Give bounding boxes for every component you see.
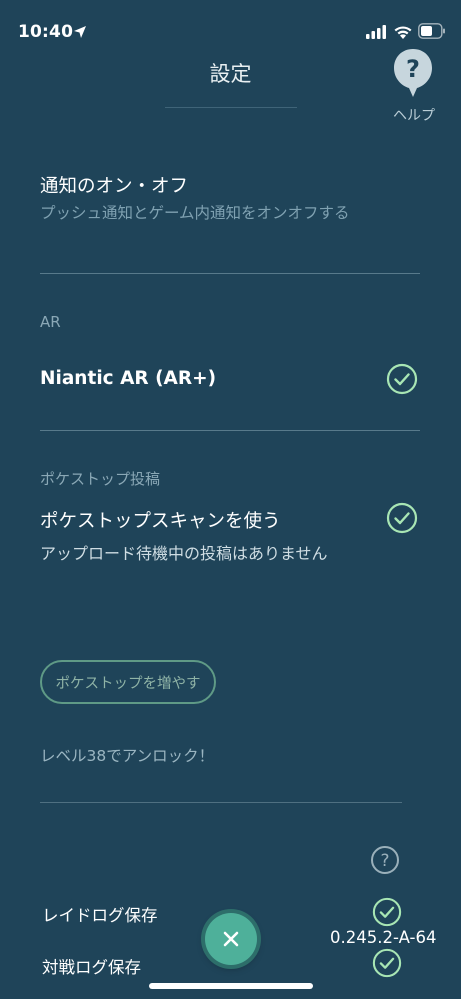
divider <box>40 273 420 274</box>
pending-uploads-status: アップロード待機中の投稿はありません <box>40 544 328 563</box>
app-version: 0.245.2-A-64 <box>330 928 437 947</box>
battle-log-label: 対戦ログ保存 <box>42 958 141 977</box>
close-button[interactable] <box>205 913 257 965</box>
help-icon-glyph: ? <box>406 55 420 83</box>
unlock-note: レベル38でアンロック！ <box>40 747 215 765</box>
add-pokestops-button[interactable]: ポケストップを増やす <box>40 660 216 704</box>
help-icon: ? <box>394 49 432 97</box>
raid-log-label: レイドログ保存 <box>42 906 158 925</box>
notification-title: 通知のオン・オフ <box>40 176 189 197</box>
close-icon <box>223 931 239 947</box>
title-underline <box>165 107 297 108</box>
logs-help-icon-glyph: ? <box>380 851 389 871</box>
pokestop-scan-check-icon[interactable] <box>386 502 418 534</box>
pokestop-scan-label: ポケストップスキャンを使う <box>40 511 281 532</box>
notification-subtitle: プッシュ通知とゲーム内通知をオンオフする <box>40 204 350 222</box>
divider <box>40 430 420 431</box>
cellular-signal-icon <box>366 25 386 39</box>
raid-log-check-icon[interactable] <box>372 897 402 927</box>
battery-icon <box>418 23 445 39</box>
ar-plus-check-icon[interactable] <box>386 363 418 395</box>
home-indicator[interactable] <box>149 983 313 989</box>
ar-plus-label: Niantic AR (AR+) <box>40 368 217 389</box>
status-time: 10:40 <box>18 22 74 42</box>
wifi-icon <box>394 26 412 39</box>
logs-help-icon[interactable]: ? <box>370 845 400 875</box>
help-button[interactable]: ? ヘルプ <box>388 48 438 124</box>
section-label-pokestop: ポケストップ投稿 <box>40 470 161 488</box>
help-label: ヘルプ <box>393 108 435 124</box>
location-arrow-icon <box>74 26 86 38</box>
divider <box>40 802 402 803</box>
battle-log-check-icon[interactable] <box>372 948 402 978</box>
section-label-ar: AR <box>40 313 61 331</box>
notification-settings-row[interactable]: 通知のオン・オフ プッシュ通知とゲーム内通知をオンオフする <box>40 170 420 236</box>
